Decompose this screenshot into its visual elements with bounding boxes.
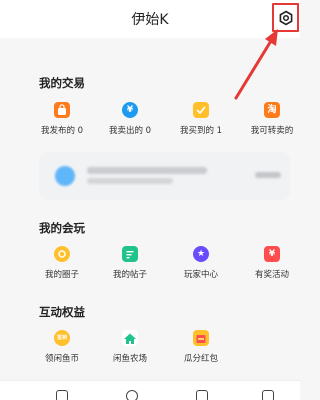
settings-button[interactable]	[272, 3, 299, 32]
red-packet-icon	[193, 330, 209, 346]
toolbar-icon[interactable]	[56, 390, 68, 400]
yen-icon: ¥	[122, 102, 138, 118]
trade-grid: 我发布的 0 ¥ 我卖出的 0 我买到的 1 淘 我可转卖的	[0, 102, 300, 142]
play-grid: 我的圈子 我的帖子 ★ 玩家中心 ¥ 有奖活动	[0, 246, 300, 286]
trade-item-sold[interactable]: ¥ 我卖出的 0	[95, 102, 165, 142]
rights-item-farm[interactable]: 闲鱼农场	[95, 330, 165, 370]
page-title: 伊始K	[131, 12, 169, 28]
rights-item-red-packet[interactable]: 瓜分红包	[166, 330, 236, 370]
play-item-posts[interactable]: 我的帖子	[95, 246, 165, 286]
play-section: 我的会玩 我的圈子 我的帖子 ★ 玩家中心 ¥ 有奖活动	[0, 210, 300, 290]
bottom-toolbar	[0, 380, 300, 400]
play-item-circle[interactable]: 我的圈子	[27, 246, 97, 286]
taobao-icon: 淘	[264, 102, 280, 118]
coin-icon: 签到	[54, 330, 70, 346]
star-icon: ★	[193, 246, 209, 262]
play-item-label: 我的圈子	[44, 270, 79, 280]
rights-grid: 签到 领闲鱼币 闲鱼农场 瓜分红包	[0, 330, 300, 370]
blurred-text-line	[87, 167, 207, 174]
check-doc-icon	[193, 102, 209, 118]
top-bar: 伊始K	[0, 0, 300, 38]
rights-item-label: 瓜分红包	[183, 354, 218, 364]
bag-icon	[54, 102, 70, 118]
rights-section-title: 互动权益	[39, 305, 85, 319]
toolbar-icon[interactable]	[126, 390, 138, 400]
circle-icon	[54, 246, 70, 262]
post-icon	[122, 246, 138, 262]
toolbar-icon[interactable]	[196, 390, 208, 400]
play-section-title: 我的会玩	[39, 221, 85, 235]
trade-item-published[interactable]: 我发布的 0	[27, 102, 97, 142]
toolbar-icon[interactable]	[262, 390, 274, 400]
trade-item-label: 我卖出的 0	[108, 126, 152, 136]
trade-item-resell[interactable]: 淘 我可转卖的	[237, 102, 307, 142]
trade-item-label: 我买到的 1	[179, 126, 223, 136]
blurred-text-tail	[255, 172, 281, 178]
play-item-label: 我的帖子	[112, 270, 147, 280]
trade-item-bought[interactable]: 我买到的 1	[166, 102, 236, 142]
play-item-prize[interactable]: ¥ 有奖活动	[237, 246, 307, 286]
trade-item-label: 我可转卖的	[250, 126, 294, 136]
trade-section-title: 我的交易	[39, 76, 85, 90]
blurred-notice-card[interactable]	[39, 152, 290, 200]
play-item-label: 有奖活动	[254, 270, 289, 280]
prize-yen-icon: ¥	[264, 246, 280, 262]
rights-item-label: 领闲鱼币	[44, 354, 79, 364]
play-item-player-center[interactable]: ★ 玩家中心	[166, 246, 236, 286]
blurred-text-line	[87, 178, 173, 184]
blurred-avatar	[55, 166, 75, 186]
rights-item-label: 闲鱼农场	[112, 354, 147, 364]
rights-section: 互动权益 签到 领闲鱼币 闲鱼农场 瓜分红包	[0, 294, 300, 374]
trade-item-label: 我发布的 0	[40, 126, 84, 136]
farm-icon	[122, 330, 138, 346]
play-item-label: 玩家中心	[183, 270, 218, 280]
rights-item-coin[interactable]: 签到 领闲鱼币	[27, 330, 97, 370]
settings-icon	[279, 10, 293, 26]
